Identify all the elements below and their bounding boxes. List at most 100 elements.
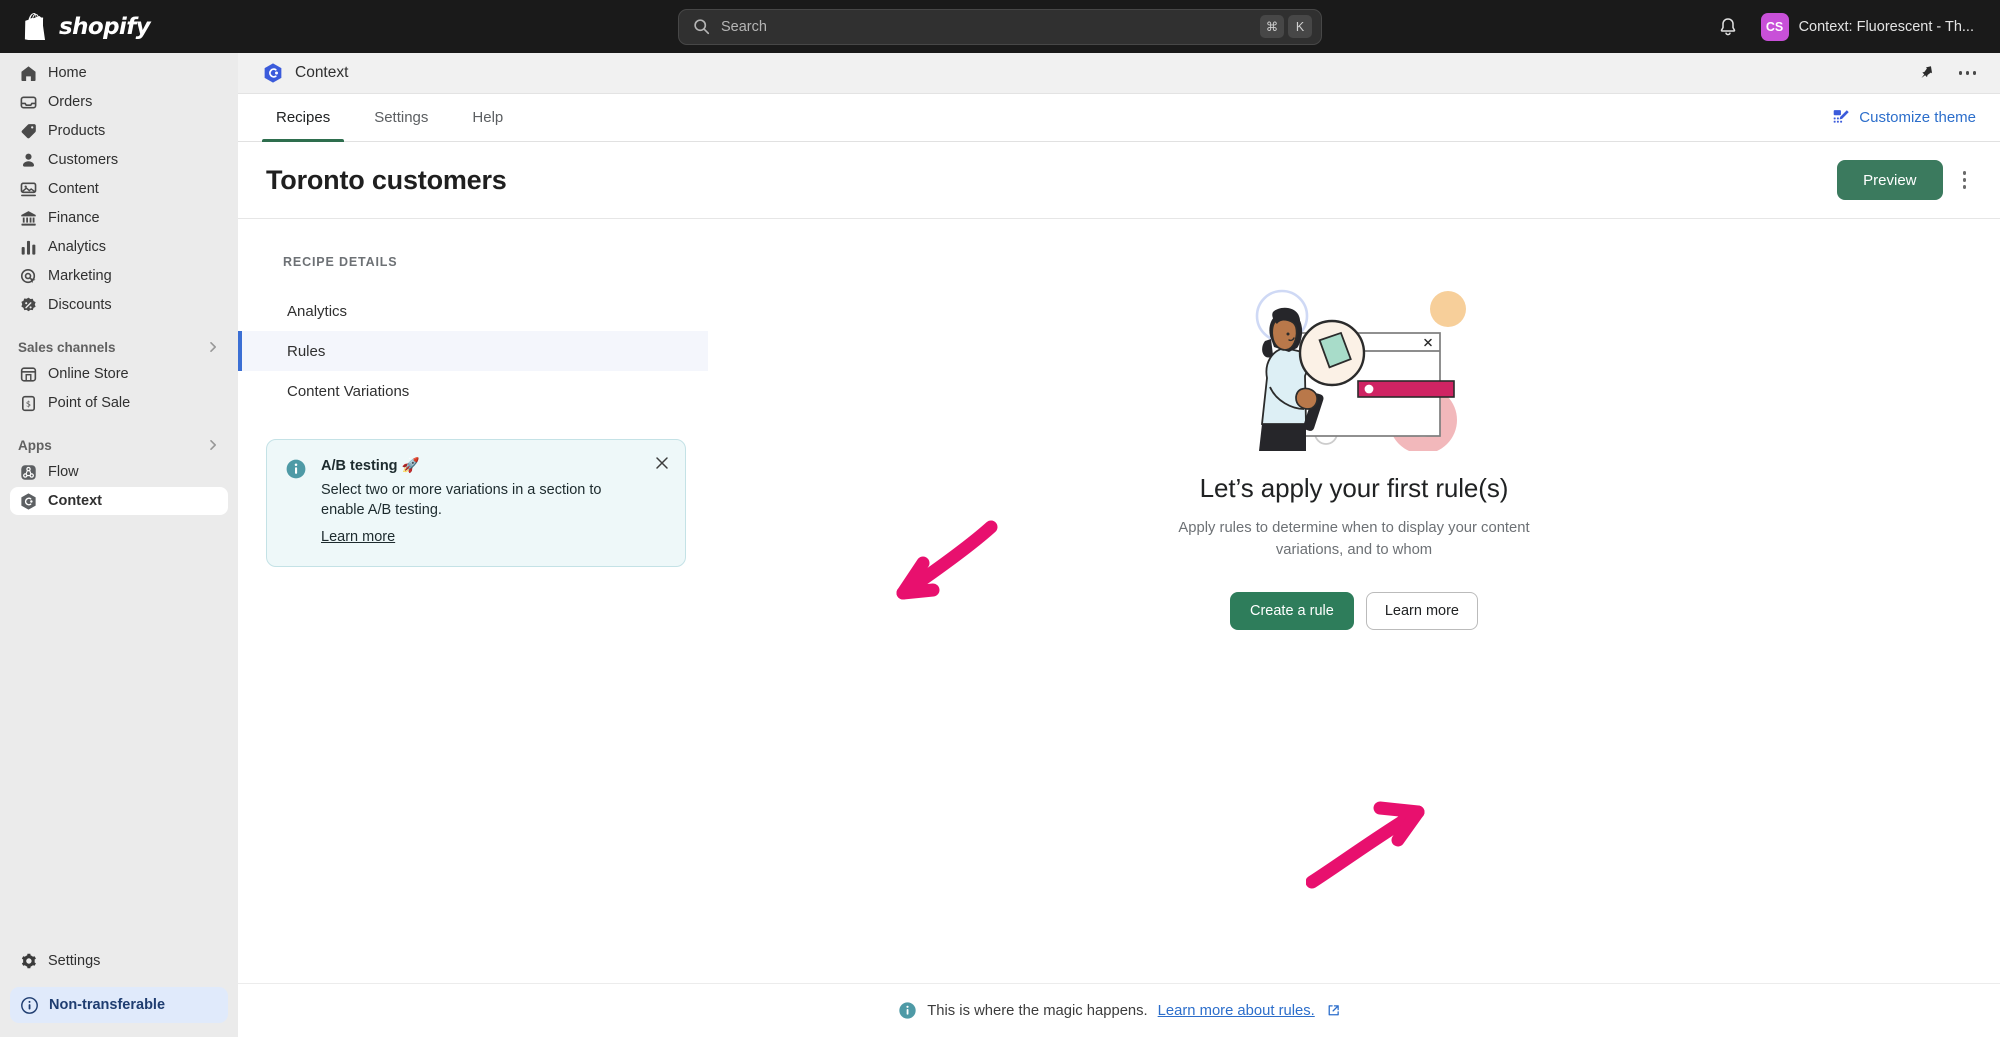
customize-theme-button[interactable]: Customize theme — [1832, 108, 1976, 127]
more-vertical-icon[interactable] — [1953, 163, 1977, 197]
non-transferable-label: Non-transferable — [49, 997, 165, 1013]
recipe-detail-label: Rules — [287, 343, 325, 360]
recipe-detail-content-variations[interactable]: Content Variations — [238, 371, 708, 411]
pin-icon[interactable] — [1920, 65, 1937, 82]
online-store-icon — [18, 364, 38, 384]
context-app-icon — [262, 62, 284, 84]
tab-label: Help — [472, 109, 503, 126]
ab-testing-banner: A/B testing 🚀 Select two or more variati… — [266, 439, 686, 567]
close-icon[interactable] — [654, 455, 670, 471]
bell-icon[interactable] — [1717, 16, 1739, 38]
search-shortcut-key: K — [1288, 15, 1312, 38]
context-app-icon — [18, 491, 38, 511]
sidebar-item-label: Products — [48, 123, 105, 139]
create-a-rule-button[interactable]: Create a rule — [1230, 592, 1354, 630]
sidebar-item-orders[interactable]: Orders — [10, 88, 228, 116]
sidebar-item-products[interactable]: Products — [10, 117, 228, 145]
tab-help[interactable]: Help — [458, 94, 517, 142]
recipe-details-section-label: RECIPE DETAILS — [238, 255, 708, 269]
app-identity: Context — [262, 62, 348, 84]
woman-with-magnifier-illustration — [1204, 281, 1504, 451]
chevron-right-icon — [206, 438, 220, 452]
sidebar-item-context[interactable]: Context — [10, 487, 228, 515]
recipe-detail-label: Analytics — [287, 303, 347, 320]
search-placeholder: Search — [721, 19, 1256, 35]
page-actions: Preview — [1837, 160, 1976, 200]
recipe-detail-label: Content Variations — [287, 383, 409, 400]
analytics-bars-icon — [18, 237, 38, 257]
sidebar-item-label: Content — [48, 181, 99, 197]
app-tabs: Recipes Settings Help Customize theme — [238, 94, 2000, 142]
sidebar-item-analytics[interactable]: Analytics — [10, 233, 228, 261]
sidebar-item-discounts[interactable]: Discounts — [10, 291, 228, 319]
recipe-details-pane: RECIPE DETAILS Analytics Rules Content V… — [238, 219, 708, 983]
learn-more-button[interactable]: Learn more — [1366, 592, 1478, 630]
search-shortcut-modifier: ⌘ — [1260, 15, 1284, 38]
sidebar-item-label: Orders — [48, 94, 92, 110]
page-title-row: Toronto customers Preview — [238, 142, 2000, 219]
sidebar-item-point-of-sale[interactable]: $ Point of Sale — [10, 389, 228, 417]
discounts-badge-icon — [18, 295, 38, 315]
global-search-box[interactable]: Search ⌘ K — [678, 9, 1322, 45]
more-horizontal-icon[interactable] — [1955, 67, 1981, 79]
sidebar-item-flow[interactable]: Flow — [10, 458, 228, 486]
sidebar-item-home[interactable]: Home — [10, 59, 228, 87]
top-bar-right: CS Context: Fluorescent - Th... — [1717, 9, 1982, 45]
customize-theme-icon — [1832, 108, 1851, 127]
sidebar-item-finance[interactable]: Finance — [10, 204, 228, 232]
info-circle-icon — [898, 1001, 917, 1020]
recipe-detail-analytics[interactable]: Analytics — [238, 291, 708, 331]
products-tag-icon — [18, 121, 38, 141]
non-transferable-banner[interactable]: Non-transferable — [10, 987, 228, 1023]
sidebar-item-marketing[interactable]: Marketing — [10, 262, 228, 290]
ab-banner-body: A/B testing 🚀 Select two or more variati… — [321, 457, 637, 546]
content-image-icon — [18, 179, 38, 199]
tab-recipes[interactable]: Recipes — [262, 94, 344, 142]
home-icon — [18, 63, 38, 83]
marketing-target-icon — [18, 266, 38, 286]
svg-text:$: $ — [25, 399, 30, 408]
sidebar-section-sales-channels[interactable]: Sales channels — [10, 334, 228, 360]
section-label: Apps — [18, 438, 52, 453]
finance-bank-icon — [18, 208, 38, 228]
app-bar: Context — [238, 53, 2000, 94]
preview-button[interactable]: Preview — [1837, 160, 1942, 200]
ab-banner-title: A/B testing 🚀 — [321, 457, 637, 474]
empty-state-pane: Let’s apply your first rule(s) Apply rul… — [708, 219, 2000, 983]
footer-learn-more-link[interactable]: Learn more about rules. — [1158, 1003, 1315, 1019]
recipe-detail-rules[interactable]: Rules — [238, 331, 708, 371]
sidebar-item-label: Discounts — [48, 297, 112, 313]
sidebar-item-label: Settings — [48, 953, 100, 969]
flow-app-icon — [18, 462, 38, 482]
ab-banner-text: Select two or more variations in a secti… — [321, 481, 637, 520]
tab-settings[interactable]: Settings — [360, 94, 442, 142]
footer-bar: This is where the magic happens. Learn m… — [238, 983, 2000, 1037]
info-circle-icon — [20, 996, 39, 1015]
ab-banner-learn-more-link[interactable]: Learn more — [321, 529, 395, 545]
chevron-right-icon — [206, 340, 220, 354]
sidebar-item-label: Analytics — [48, 239, 106, 255]
customers-person-icon — [18, 150, 38, 170]
sidebar-item-settings[interactable]: Settings — [10, 947, 228, 975]
sidebar-item-label: Online Store — [48, 366, 129, 382]
user-account-chip[interactable]: CS Context: Fluorescent - Th... — [1753, 9, 1982, 45]
sidebar-item-label: Home — [48, 65, 87, 81]
shopify-bag-icon — [24, 13, 50, 40]
sidebar-section-apps[interactable]: Apps — [10, 432, 228, 458]
gear-icon — [18, 951, 38, 971]
shopify-logo[interactable]: shopify — [0, 13, 238, 40]
search-icon — [693, 18, 710, 35]
sidebar-item-label: Point of Sale — [48, 395, 130, 411]
avatar: CS — [1761, 13, 1789, 41]
sidebar: Home Orders Products Customers — [0, 53, 238, 1037]
sidebar-item-label: Context — [48, 493, 102, 509]
sidebar-spacer — [10, 516, 228, 947]
sidebar-item-content[interactable]: Content — [10, 175, 228, 203]
sidebar-item-customers[interactable]: Customers — [10, 146, 228, 174]
sidebar-item-online-store[interactable]: Online Store — [10, 360, 228, 388]
section-label: Sales channels — [18, 340, 116, 355]
empty-state-title: Let’s apply your first rule(s) — [1200, 473, 1509, 504]
sidebar-item-label: Finance — [48, 210, 100, 226]
external-link-icon[interactable] — [1327, 1004, 1340, 1017]
info-circle-icon — [285, 458, 307, 480]
